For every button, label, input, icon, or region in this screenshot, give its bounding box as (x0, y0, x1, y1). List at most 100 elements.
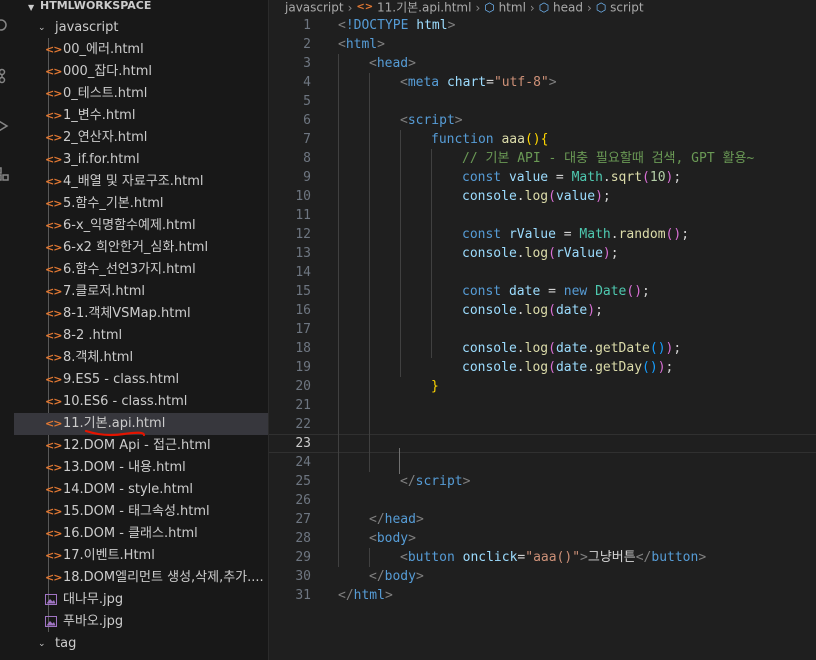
file-item[interactable]: 푸바오.jpg (14, 611, 268, 633)
code-token: > (408, 56, 416, 71)
code-line[interactable]: 19 console.log(date.getDay()); (269, 358, 816, 377)
file-item[interactable]: <> 12.DOM Api - 접근.html (14, 435, 268, 457)
code-line[interactable]: 8 // 기본 API - 대충 필요할때 검색, GPT 활용~ (269, 149, 816, 168)
breadcrumb-folder[interactable]: javascript (285, 1, 344, 15)
code-line[interactable]: 25 </script> (269, 472, 816, 491)
code-token: ; (665, 360, 674, 375)
line-number: 8 (303, 151, 311, 166)
code-editor[interactable]: javascript › <> 11.기본.api.html › ⬡ html › ⬡ he… (269, 0, 816, 660)
code-line[interactable]: 4 <meta chart="utf-8"> (269, 73, 816, 92)
line-number: 5 (303, 94, 311, 109)
code-token: () (626, 284, 643, 299)
code-line[interactable]: 5 (269, 92, 816, 111)
file-item[interactable]: <> 9.ES5 - class.html (14, 369, 268, 391)
code-line[interactable]: 29 <button onclick="aaa()">그냥버튼</button> (269, 548, 816, 567)
file-item[interactable]: <> 8.객체.html (14, 347, 268, 369)
code-line[interactable]: 9 const value = Math.sqrt(10); (269, 168, 816, 187)
file-item[interactable]: <> 10.ES6 - class.html (14, 391, 268, 413)
file-item[interactable]: <> 6.함수_선언3가지.html (14, 259, 268, 281)
search-icon[interactable] (0, 18, 10, 34)
code-line[interactable]: 23 (269, 434, 816, 453)
code-token: () (665, 227, 682, 242)
code-line[interactable]: 7 function aaa(){ (269, 130, 816, 149)
file-item[interactable]: 대나무.jpg (14, 589, 268, 611)
file-item[interactable]: <> 6-x2 희안한거_심화.html (14, 237, 268, 259)
code-line[interactable]: 26 (269, 491, 816, 510)
code-text: console.log(rValue); (462, 244, 619, 263)
code-line[interactable]: 3 <head> (269, 54, 816, 73)
code-line[interactable]: 16 console.log(date); (269, 301, 816, 320)
code-line[interactable]: 28 <body> (269, 529, 816, 548)
code-line[interactable]: 22 (269, 415, 816, 434)
code-line[interactable]: 18 console.log(date.getDate()); (269, 339, 816, 358)
code-line[interactable]: 13 console.log(rValue); (269, 244, 816, 263)
code-token: . (516, 360, 525, 375)
code-line[interactable]: 6 <script> (269, 111, 816, 130)
line-number: 12 (295, 227, 311, 242)
code-line[interactable]: 11 (269, 206, 816, 225)
file-item[interactable]: <> 18.DOM엘리먼트 생성,삭제,추가.... (14, 567, 268, 589)
run-debug-icon[interactable] (0, 118, 10, 134)
file-label: 8-2 .html (63, 328, 123, 343)
file-item[interactable]: <> 000_잡다.html (14, 61, 268, 83)
breadcrumb-file[interactable]: 11.기본.api.html (377, 1, 471, 15)
code-line[interactable]: 10 console.log(value); (269, 187, 816, 206)
folder-tag[interactable]: ⌄ tag (14, 633, 268, 655)
file-item[interactable]: <> 7.클로저.html (14, 281, 268, 303)
breadcrumb-symbol-head[interactable]: head (553, 1, 583, 15)
file-item[interactable]: <> 5.함수_기본.html (14, 193, 268, 215)
file-item[interactable]: <> 3_if.for.html (14, 149, 268, 171)
extensions-icon[interactable] (0, 166, 10, 182)
code-token: (){ (524, 132, 549, 147)
folder-javascript[interactable]: ⌄ javascript (14, 17, 268, 39)
code-line[interactable]: 21 (269, 396, 816, 415)
code-token: console (462, 303, 517, 318)
file-item[interactable]: <> 8-2 .html (14, 325, 268, 347)
code-line[interactable]: 15 const date = new Date(); (269, 282, 816, 301)
code-token: . (516, 303, 525, 318)
code-line[interactable]: 20} (269, 377, 816, 396)
code-token: ( (548, 303, 556, 318)
line-number: 11 (295, 208, 311, 223)
file-item[interactable]: <> 00_에러.html (14, 39, 268, 61)
line-number: 14 (295, 265, 311, 280)
line-number: 13 (295, 246, 311, 261)
breadcrumb-symbol-html[interactable]: html (499, 1, 526, 15)
breadcrumb-symbol-script[interactable]: script (610, 1, 643, 15)
file-item[interactable]: <> 13.DOM - 내용.html (14, 457, 268, 479)
code-line[interactable]: 14 (269, 263, 816, 282)
file-item[interactable]: <> 6-x_익명함수예제.html (14, 215, 268, 237)
code-line[interactable]: 17 (269, 320, 816, 339)
code-token: = (540, 284, 564, 299)
file-item[interactable]: <> 16.DOM - 클래스.html (14, 523, 268, 545)
workspace-title[interactable]: HTMLWORKSPACE (40, 0, 151, 14)
code-line[interactable]: 27 </head> (269, 510, 816, 529)
chevron-down-icon[interactable]: ▼ (28, 3, 34, 12)
code-line[interactable]: 24 (269, 453, 816, 472)
file-item[interactable]: <> 15.DOM - 태그속성.html (14, 501, 268, 523)
code-line[interactable]: 30 </body> (269, 567, 816, 586)
file-item[interactable]: <> 4_배열 및 자료구조.html (14, 171, 268, 193)
html-file-icon: <> (45, 329, 62, 342)
source-control-icon[interactable] (0, 68, 10, 84)
code-token: > (377, 37, 385, 52)
file-item[interactable]: <> 14.DOM - style.html (14, 479, 268, 501)
code-line[interactable]: 1 <!DOCTYPE html> (269, 16, 816, 35)
file-label: 16.DOM - 클래스.html (63, 526, 198, 541)
file-item[interactable]: <> 0_테스트.html (14, 83, 268, 105)
html-file-icon: <> (356, 1, 374, 13)
code-token: value (508, 170, 549, 185)
file-item[interactable]: <> 2_연산자.html (14, 127, 268, 149)
code-line[interactable]: 2 <html> (269, 35, 816, 54)
file-item[interactable]: <> 8-1.객체VSMap.html (14, 303, 268, 325)
code-token: 그냥버튼 (587, 550, 636, 565)
code-line[interactable]: 31 </html> (269, 586, 816, 605)
code-token: console (462, 246, 517, 261)
html-file-icon: <> (45, 65, 62, 78)
code-token: const (462, 170, 502, 185)
file-item[interactable]: <> 1_변수.html (14, 105, 268, 127)
code-line[interactable]: 12 const rValue = Math.random(); (269, 225, 816, 244)
indent-guide (431, 149, 432, 358)
file-item[interactable]: <> 17.이벤트.Html (14, 545, 268, 567)
